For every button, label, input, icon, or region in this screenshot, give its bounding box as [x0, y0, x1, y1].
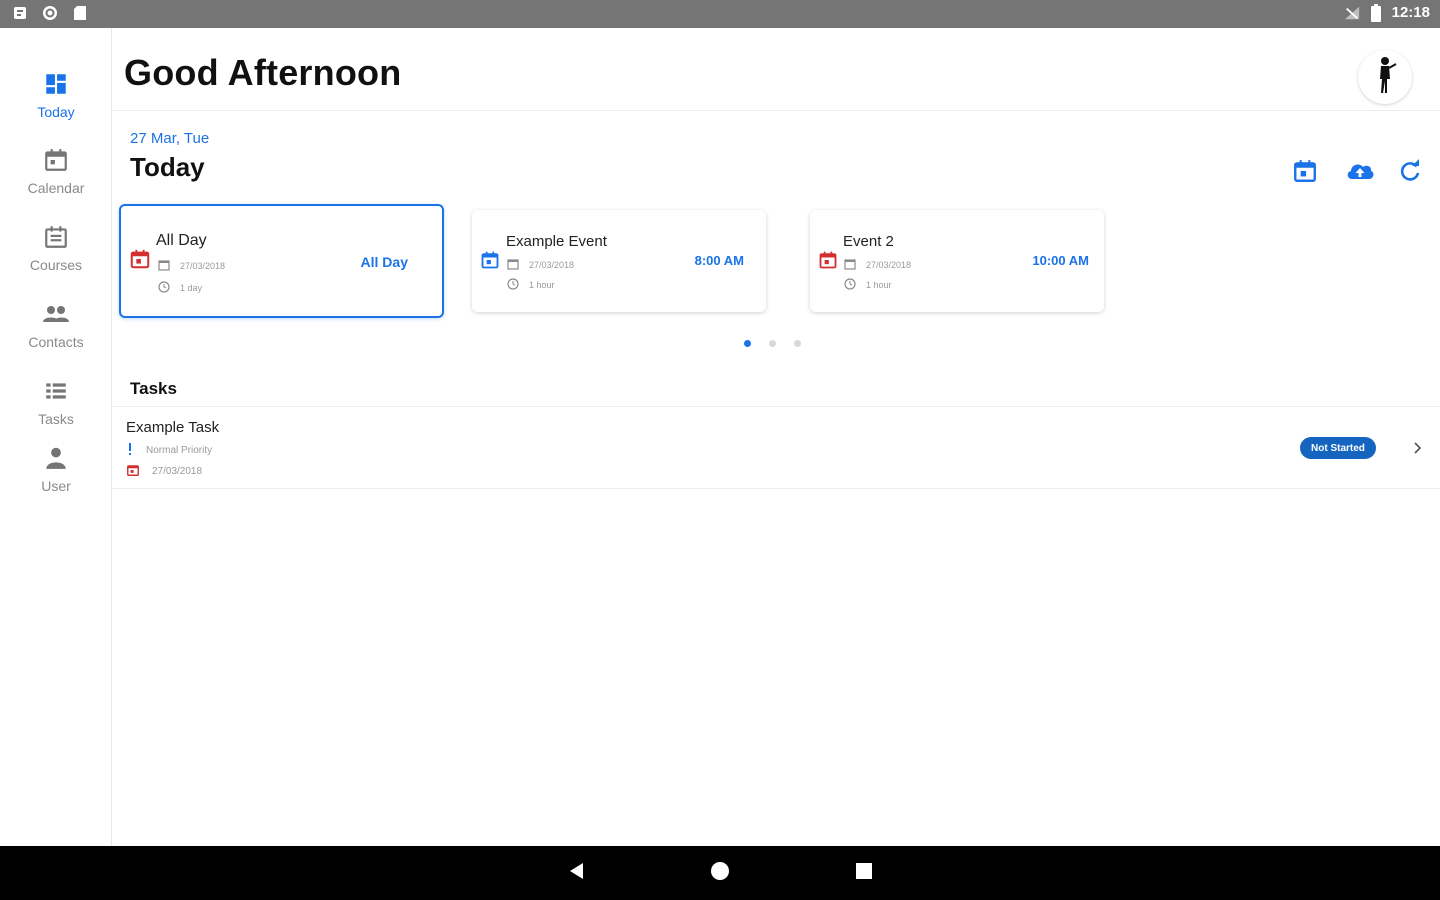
task-row[interactable]: Example Task Normal Priority 27/03/2018 … — [112, 407, 1440, 489]
event-duration: 1 hour — [507, 278, 555, 292]
date-icon — [507, 258, 519, 272]
status-badge: Not Started — [1300, 437, 1376, 459]
event-date: 27/03/2018 — [844, 258, 911, 272]
nav-item-user[interactable]: User — [0, 444, 112, 514]
courses-icon — [42, 223, 70, 251]
notification-icon — [12, 5, 28, 21]
profile-avatar-icon — [1370, 55, 1400, 100]
event-time: All Day — [360, 254, 408, 270]
home-circle-icon — [710, 861, 730, 886]
task-name: Example Task — [126, 419, 220, 436]
calendar-today-button[interactable] — [1288, 156, 1322, 190]
cloud-upload-icon — [1345, 159, 1375, 188]
event-calendar-icon — [129, 248, 151, 275]
nav-item-contacts[interactable]: Contacts — [0, 300, 112, 370]
event-date: 27/03/2018 — [507, 258, 574, 272]
header-divider — [112, 110, 1440, 111]
nav-item-tasks[interactable]: Tasks — [0, 377, 112, 447]
calendar-today-icon — [1292, 158, 1318, 189]
system-navigation-bar — [0, 846, 1440, 900]
side-navigation: Today Calendar Courses Contacts Tasks Us… — [0, 28, 112, 846]
calendar-icon — [42, 146, 70, 174]
task-due-text: 27/03/2018 — [152, 466, 203, 477]
event-card[interactable]: All Day 27/03/2018 1 day All Day — [119, 204, 444, 318]
recents-button[interactable] — [851, 860, 877, 886]
nav-label-today: Today — [37, 104, 75, 120]
greeting-title: Good Afternoon — [124, 52, 402, 93]
event-card[interactable]: Event 2 27/03/2018 1 hour 10:00 AM — [810, 210, 1104, 312]
event-duration: 1 day — [158, 281, 202, 295]
sd-card-icon — [72, 5, 88, 21]
no-signal-icon — [1344, 5, 1360, 21]
nav-item-calendar[interactable]: Calendar — [0, 146, 112, 216]
event-duration: 1 hour — [844, 278, 892, 292]
pager-dot[interactable] — [794, 340, 801, 347]
tasks-icon — [42, 377, 70, 405]
event-title: Event 2 — [843, 233, 894, 250]
event-title: All Day — [156, 232, 207, 249]
event-date-text: 27/03/2018 — [529, 260, 575, 270]
dashboard-icon — [42, 70, 70, 98]
status-right: 12:18 — [1344, 3, 1430, 22]
status-left-icons — [12, 5, 88, 21]
event-pager — [744, 340, 801, 347]
status-bar: 12:18 — [0, 0, 1440, 28]
status-time: 12:18 — [1391, 4, 1430, 21]
priority-icon — [126, 443, 134, 458]
recents-square-icon — [855, 862, 873, 885]
tasks-section-title: Tasks — [130, 379, 177, 398]
today-title: Today — [130, 152, 205, 182]
due-date-icon — [126, 463, 140, 480]
refresh-icon — [1398, 158, 1422, 188]
refresh-button[interactable] — [1393, 156, 1427, 190]
nav-label-tasks: Tasks — [38, 411, 74, 427]
date-icon — [158, 259, 170, 273]
event-card[interactable]: Example Event 27/03/2018 1 hour 8:00 AM — [472, 210, 766, 312]
event-calendar-icon — [480, 250, 500, 275]
task-priority-text: Normal Priority — [146, 445, 213, 456]
event-date-text: 27/03/2018 — [866, 260, 912, 270]
event-duration-text: 1 hour — [529, 280, 555, 290]
nav-label-user: User — [41, 478, 71, 494]
task-due: 27/03/2018 — [126, 463, 202, 480]
nav-label-contacts: Contacts — [28, 334, 84, 350]
user-icon — [42, 444, 70, 472]
back-button[interactable] — [564, 860, 590, 886]
clock-icon — [158, 281, 170, 295]
event-calendar-icon — [818, 250, 838, 275]
battery-icon — [1368, 3, 1384, 22]
date-icon — [844, 258, 856, 272]
profile-avatar-button[interactable] — [1358, 50, 1412, 104]
pager-dot[interactable] — [744, 340, 751, 347]
back-triangle-icon — [567, 861, 587, 886]
nav-item-today[interactable]: Today — [0, 70, 112, 140]
nav-label-courses: Courses — [29, 257, 83, 273]
sync-icon — [42, 5, 58, 21]
today-date: 27 Mar, Tue — [130, 130, 210, 147]
event-date-text: 27/03/2018 — [180, 261, 226, 271]
pager-dot[interactable] — [769, 340, 776, 347]
event-time: 10:00 AM — [1032, 253, 1089, 268]
home-button[interactable] — [707, 860, 733, 886]
event-duration-text: 1 day — [180, 283, 203, 293]
event-title: Example Event — [506, 233, 607, 250]
nav-label-calendar: Calendar — [27, 180, 85, 196]
event-time: 8:00 AM — [694, 253, 744, 268]
cloud-upload-button[interactable] — [1343, 156, 1377, 190]
nav-item-courses[interactable]: Courses — [0, 223, 112, 293]
event-duration-text: 1 hour — [866, 280, 892, 290]
event-date: 27/03/2018 — [158, 259, 225, 273]
contacts-icon — [42, 300, 70, 328]
task-priority: Normal Priority — [126, 443, 212, 458]
clock-icon — [507, 278, 519, 292]
clock-icon — [844, 278, 856, 292]
chevron-right-icon[interactable] — [1408, 437, 1428, 459]
